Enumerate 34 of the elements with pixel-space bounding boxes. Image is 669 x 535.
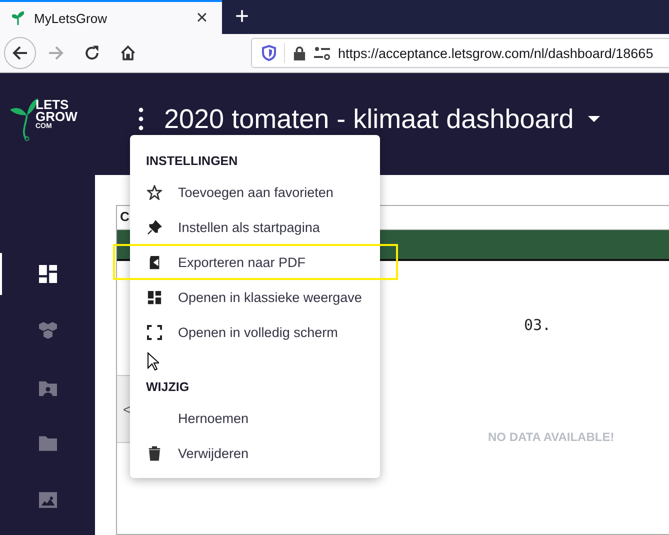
menu-item[interactable]: Exporteren naar PDF xyxy=(113,244,398,280)
menu-item[interactable]: Openen in volledig scherm xyxy=(113,314,398,350)
sprout-icon xyxy=(12,11,24,25)
logo-text: LETS xyxy=(36,99,69,111)
shield-icon xyxy=(262,45,276,61)
menu-item[interactable]: Verwijderen xyxy=(113,435,398,471)
pin-icon xyxy=(146,220,162,234)
settings-icon xyxy=(314,46,330,60)
dashboard-title: 2020 tomaten - klimaat dashboard xyxy=(164,104,574,134)
cursor-icon xyxy=(147,352,159,371)
caret-icon[interactable] xyxy=(588,116,600,122)
dashboard-icon xyxy=(146,290,162,304)
menu-item[interactable]: Toevoegen aan favorieten xyxy=(113,174,398,210)
home-icon xyxy=(119,44,137,62)
more-options-button[interactable] xyxy=(136,105,146,133)
address-bar[interactable]: https://acceptance.letsgrow.com/nl/dashboard/18665 xyxy=(251,38,669,68)
trash-icon xyxy=(146,446,162,460)
browser-tab[interactable]: MyLetsGrow × xyxy=(0,0,222,34)
no-data-message: NO DATA AVAILABLE! xyxy=(488,430,614,444)
back-button[interactable] xyxy=(4,37,36,69)
widget-title: C xyxy=(120,209,130,224)
url-text: https://acceptance.letsgrow.com/nl/dashboard/18665 xyxy=(338,46,654,60)
section-heading: WIJZIG xyxy=(146,379,190,396)
value-text: 03. xyxy=(524,316,552,334)
menu-item[interactable]: Openen in klassieke weergave xyxy=(113,279,398,315)
fullscreen-icon xyxy=(146,324,162,340)
new-tab-button[interactable]: + xyxy=(222,0,262,34)
close-tab-button[interactable]: × xyxy=(192,8,212,28)
logo-text: GROW xyxy=(36,111,78,123)
star-icon xyxy=(146,184,162,200)
lock-icon xyxy=(293,45,306,61)
tab-title: MyLetsGrow xyxy=(34,10,108,26)
section-heading: INSTELLINGEN xyxy=(146,153,239,170)
reload-icon xyxy=(83,44,101,62)
